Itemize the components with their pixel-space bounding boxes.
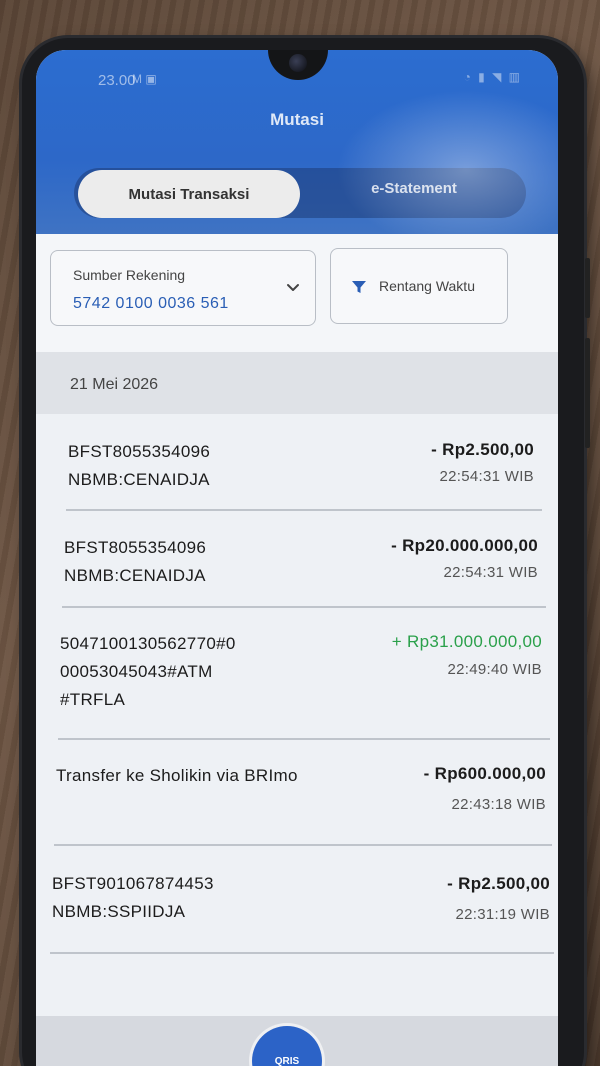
filter-section: Sumber Rekening 5742 0100 0036 561 Renta… — [36, 234, 558, 352]
transaction-time: 22:54:31 WIB — [443, 564, 538, 581]
date-label: 21 Mei 2026 — [70, 376, 159, 393]
transaction-row[interactable]: Transfer ke Sholikin via BRImo - Rp600.0… — [36, 738, 558, 844]
divider — [50, 952, 554, 954]
source-account-value: 5742 0100 0036 561 — [73, 295, 229, 312]
date-range-label: Rentang Waktu — [379, 278, 475, 294]
transaction-row[interactable]: BFST8055354096 NBMB:CENAIDJA - Rp2.500,0… — [36, 414, 558, 510]
transaction-time: 22:54:31 WIB — [439, 468, 534, 485]
source-account-label: Sumber Rekening — [73, 267, 186, 283]
tab-e-statement[interactable]: e-Statement — [314, 168, 514, 208]
camera-icon — [289, 54, 307, 72]
transaction-description: BFST8055354096 NBMB:CENAIDJA — [68, 442, 211, 489]
transaction-amount: - Rp20.000.000,00 — [391, 536, 538, 555]
transaction-amount: + Rp31.000.000,00 — [391, 632, 542, 651]
source-account-select[interactable]: Sumber Rekening 5742 0100 0036 561 — [50, 250, 316, 326]
transaction-description: BFST8055354096 NBMB:CENAIDJA — [64, 538, 207, 585]
transaction-time: 22:49:40 WIB — [447, 661, 542, 678]
page-title: Mutasi — [270, 110, 324, 129]
transaction-description: BFST901067874453 NBMB:SSPIIDJA — [52, 874, 214, 921]
transaction-description: 5047100130562770#0 00053045043#ATM #TRFL… — [60, 634, 236, 709]
status-time: 23.00 — [98, 72, 136, 89]
transaction-amount: - Rp2.500,00 — [431, 440, 534, 459]
transaction-description: Transfer ke Sholikin via BRImo — [56, 766, 298, 785]
transaction-row[interactable]: BFST8055354096 NBMB:CENAIDJA - Rp20.000.… — [36, 510, 558, 606]
tab-mutasi-transaksi[interactable]: Mutasi Transaksi — [78, 170, 300, 218]
app-header: 23.00 M ▣ ◔ ▮ ◥ ▥ Mutasi Mutasi Transaks… — [36, 50, 558, 234]
notification-icons: M ▣ — [132, 72, 157, 86]
transaction-time: 22:43:18 WIB — [451, 796, 546, 813]
transaction-amount: - Rp600.000,00 — [423, 764, 546, 783]
transaction-row[interactable]: 5047100130562770#0 00053045043#ATM #TRFL… — [36, 606, 558, 738]
filter-icon — [352, 281, 366, 293]
date-range-button[interactable]: Rentang Waktu — [330, 248, 508, 324]
date-group-header: 21 Mei 2026 — [36, 352, 558, 414]
transaction-time: 22:31:19 WIB — [455, 906, 550, 923]
transaction-row[interactable]: BFST901067874453 NBMB:SSPIIDJA - Rp2.500… — [36, 844, 558, 952]
transaction-amount: - Rp2.500,00 — [447, 874, 550, 893]
tab-bar: Mutasi Transaksi e-Statement — [74, 168, 526, 218]
transaction-list: BFST8055354096 NBMB:CENAIDJA - Rp2.500,0… — [36, 414, 558, 1024]
app-screen: 23.00 M ▣ ◔ ▮ ◥ ▥ Mutasi Mutasi Transaks… — [36, 50, 558, 1066]
chevron-down-icon — [287, 284, 299, 291]
signal-battery-icon: ◔ ▮ ◥ ▥ — [463, 70, 522, 84]
